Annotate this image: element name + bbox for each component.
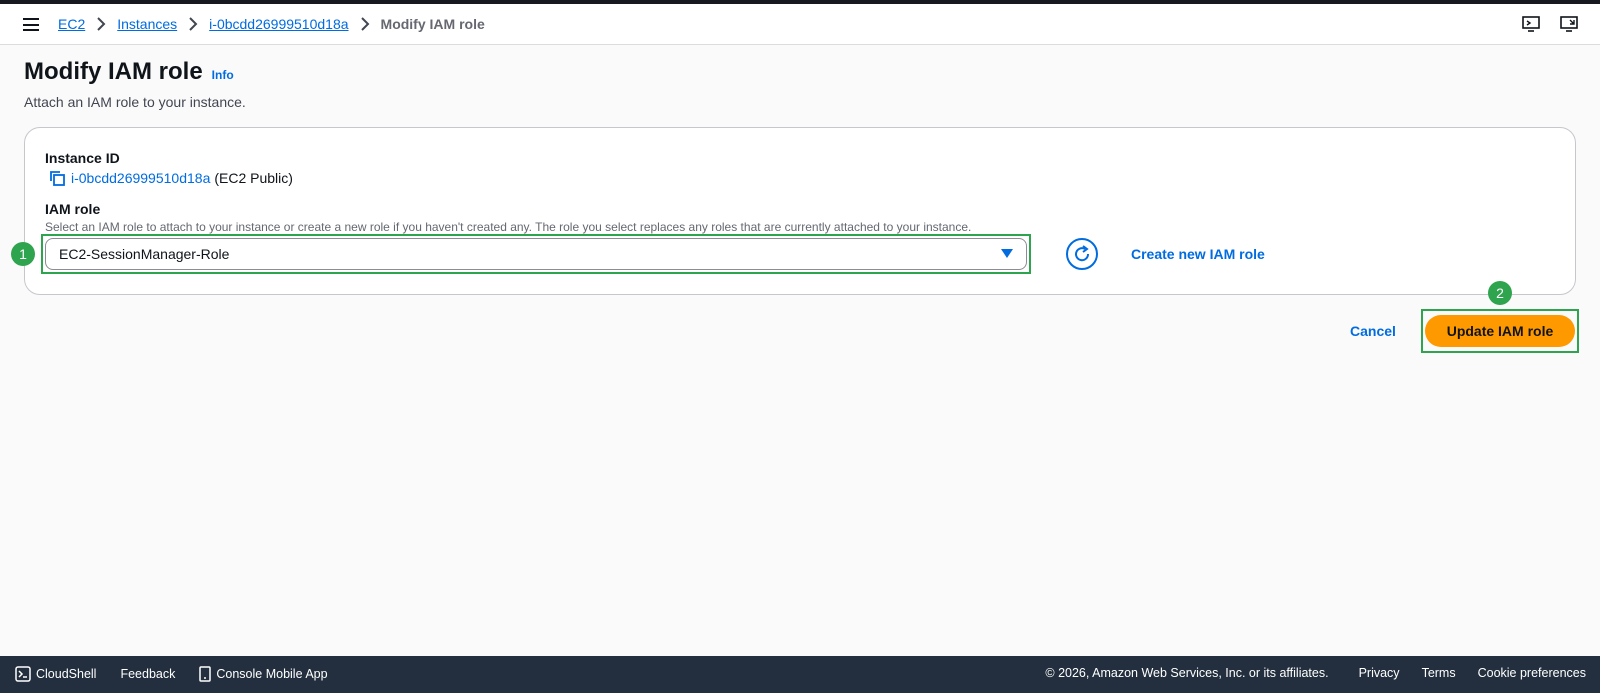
cloudshell-label: CloudShell — [36, 667, 97, 681]
breadcrumb-bar: EC2 Instances i-0bcdd26999510d18a Modify… — [0, 4, 1600, 45]
console-footer: CloudShell Feedback Console Mobile App ©… — [0, 656, 1600, 693]
footer-left: CloudShell Feedback Console Mobile App — [15, 666, 352, 682]
cloudshell-icon — [15, 666, 31, 682]
iam-role-label: IAM role — [45, 201, 101, 217]
iam-role-selected-value: EC2-SessionManager-Role — [59, 246, 230, 262]
menu-icon[interactable] — [23, 18, 39, 31]
cloudshell-button[interactable]: CloudShell — [15, 666, 96, 682]
info-link[interactable]: Info — [212, 68, 234, 82]
iam-role-description: Select an IAM role to attach to your ins… — [45, 220, 972, 234]
mobile-icon — [199, 666, 212, 682]
breadcrumb-instances[interactable]: Instances — [117, 16, 177, 32]
instance-id-suffix: (EC2 Public) — [214, 170, 293, 186]
instance-id-link[interactable]: i-0bcdd26999510d18a — [71, 170, 210, 186]
console-mobile-app-button[interactable]: Console Mobile App — [199, 666, 328, 682]
page-header: Modify IAM role Info — [24, 58, 234, 86]
instance-id-label: Instance ID — [45, 150, 120, 166]
iam-role-card: Instance ID i-0bcdd26999510d18a (EC2 Pub… — [11, 127, 1576, 295]
breadcrumb-instance-id[interactable]: i-0bcdd26999510d18a — [209, 16, 348, 32]
create-iam-role-link[interactable]: Create new IAM role — [1131, 246, 1265, 262]
top-icons — [1522, 15, 1578, 33]
copyright-text: © 2026, Amazon Web Services, Inc. or its… — [1045, 666, 1329, 680]
console-mobile-app-label: Console Mobile App — [216, 667, 328, 681]
footer-right: © 2026, Amazon Web Services, Inc. or its… — [1045, 666, 1586, 680]
refresh-button[interactable] — [1066, 238, 1098, 270]
step-1-badge: 1 — [11, 242, 35, 266]
caret-down-icon — [1001, 249, 1013, 258]
page-description: Attach an IAM role to your instance. — [24, 94, 246, 110]
cancel-button[interactable]: Cancel — [1350, 323, 1396, 339]
help-panel-icon[interactable] — [1522, 15, 1540, 33]
cookie-preferences-link[interactable]: Cookie preferences — [1478, 666, 1586, 680]
notifications-panel-icon[interactable] — [1560, 15, 1578, 33]
refresh-icon — [1075, 245, 1090, 262]
page-title: Modify IAM role — [24, 58, 203, 85]
privacy-link[interactable]: Privacy — [1359, 666, 1400, 680]
step-2-badge: 2 — [1488, 281, 1512, 305]
chevron-right-icon — [360, 17, 370, 31]
iam-role-select[interactable]: EC2-SessionManager-Role — [45, 238, 1027, 270]
breadcrumb-ec2[interactable]: EC2 — [58, 16, 85, 32]
terms-link[interactable]: Terms — [1422, 666, 1456, 680]
copy-icon[interactable] — [48, 169, 66, 187]
chevron-right-icon — [188, 17, 198, 31]
feedback-label: Feedback — [120, 667, 176, 681]
breadcrumb-current: Modify IAM role — [380, 16, 485, 32]
breadcrumb: EC2 Instances i-0bcdd26999510d18a Modify… — [58, 16, 485, 32]
chevron-right-icon — [96, 17, 106, 31]
instance-id-row: i-0bcdd26999510d18a (EC2 Public) — [48, 169, 293, 187]
feedback-button[interactable]: Feedback — [120, 667, 175, 681]
update-iam-role-button[interactable]: Update IAM role — [1425, 315, 1575, 347]
